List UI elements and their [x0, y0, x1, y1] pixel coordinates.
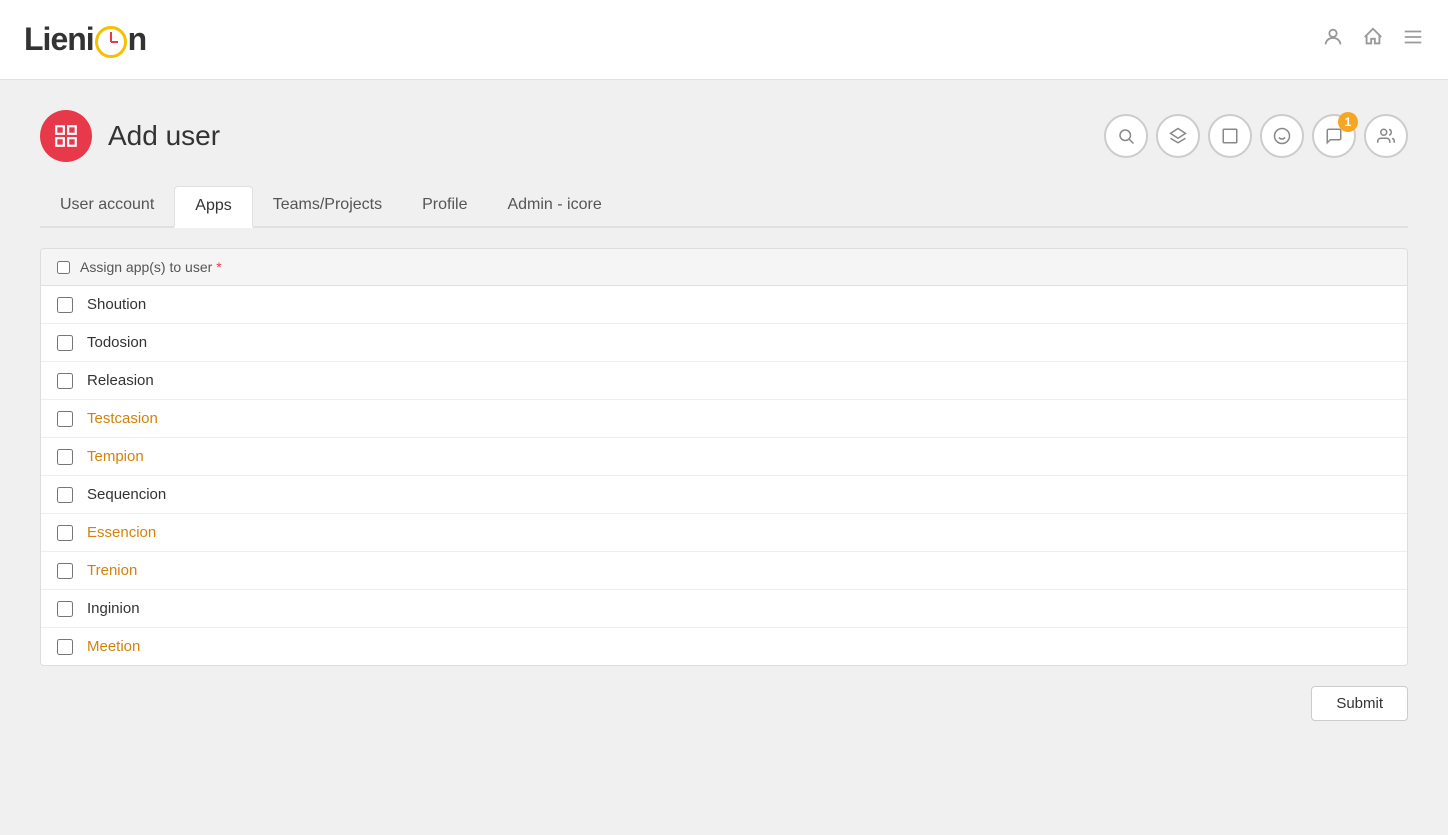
tab-admin-icore[interactable]: Admin - icore	[487, 186, 621, 228]
app-checkbox-0[interactable]	[57, 297, 73, 313]
search-toolbar-btn[interactable]	[1104, 114, 1148, 158]
assign-apps-label: Assign app(s) to user *	[80, 259, 222, 275]
app-list-header: Assign app(s) to user *	[41, 249, 1407, 286]
chat-toolbar-btn[interactable]: 1	[1312, 114, 1356, 158]
home-icon[interactable]	[1362, 26, 1384, 54]
page-title: Add user	[108, 120, 220, 152]
toolbar-icons: 1	[1104, 114, 1408, 158]
header-right	[1322, 26, 1424, 54]
app-row: Todosion	[41, 324, 1407, 362]
app-name-5: Sequencion	[87, 486, 166, 503]
submit-area: Submit	[40, 666, 1408, 731]
app-checkbox-2[interactable]	[57, 373, 73, 389]
app-checkbox-7[interactable]	[57, 563, 73, 579]
app-name-8: Inginion	[87, 600, 140, 617]
app-row: Shoution	[41, 286, 1407, 324]
header: Lienin	[0, 0, 1448, 80]
group-toolbar-btn[interactable]	[1364, 114, 1408, 158]
tab-teams-projects[interactable]: Teams/Projects	[253, 186, 402, 228]
tab-apps[interactable]: Apps	[174, 186, 252, 228]
select-all-checkbox[interactable]	[57, 261, 70, 274]
app-checkbox-5[interactable]	[57, 487, 73, 503]
app-name-3: Testcasion	[87, 410, 158, 427]
app-row: Sequencion	[41, 476, 1407, 514]
layers-toolbar-btn[interactable]	[1156, 114, 1200, 158]
app-row: Meetion	[41, 628, 1407, 665]
main-content: Add user 1 User account	[0, 80, 1448, 761]
app-row: Trenion	[41, 552, 1407, 590]
app-row: Releasion	[41, 362, 1407, 400]
person-icon[interactable]	[1322, 26, 1344, 54]
app-checkbox-9[interactable]	[57, 639, 73, 655]
app-checkbox-3[interactable]	[57, 411, 73, 427]
app-name-2: Releasion	[87, 372, 154, 389]
app-row: Testcasion	[41, 400, 1407, 438]
app-row: Essencion	[41, 514, 1407, 552]
tab-profile[interactable]: Profile	[402, 186, 487, 228]
app-row: Inginion	[41, 590, 1407, 628]
logo-text-n: n	[128, 21, 147, 57]
app-name-4: Tempion	[87, 448, 144, 465]
app-checkbox-4[interactable]	[57, 449, 73, 465]
logo-text-lieni: Lieni	[24, 21, 94, 57]
app-name-0: Shoution	[87, 296, 146, 313]
page-header: Add user 1	[40, 110, 1408, 162]
app-name-9: Meetion	[87, 638, 140, 655]
logo: Lienin	[24, 21, 146, 58]
app-checkbox-6[interactable]	[57, 525, 73, 541]
chat-badge: 1	[1338, 112, 1358, 132]
submit-button[interactable]: Submit	[1311, 686, 1408, 721]
app-row: Tempion	[41, 438, 1407, 476]
page-icon	[40, 110, 92, 162]
menu-icon[interactable]	[1402, 26, 1424, 54]
page-title-area: Add user	[40, 110, 220, 162]
apps-card: Assign app(s) to user * Shoution Todosion…	[40, 248, 1408, 666]
app-list: Shoution Todosion Releasion Testcasion Tempi…	[41, 286, 1407, 665]
app-name-7: Trenion	[87, 562, 137, 579]
emoji-toolbar-btn[interactable]	[1260, 114, 1304, 158]
required-marker: *	[216, 259, 221, 275]
crop-toolbar-btn[interactable]	[1208, 114, 1252, 158]
app-checkbox-8[interactable]	[57, 601, 73, 617]
logo-clock-icon	[95, 26, 127, 58]
tabs: User account Apps Teams/Projects Profile…	[40, 186, 1408, 228]
app-name-1: Todosion	[87, 334, 147, 351]
tab-user-account[interactable]: User account	[40, 186, 174, 228]
app-checkbox-1[interactable]	[57, 335, 73, 351]
app-name-6: Essencion	[87, 524, 156, 541]
